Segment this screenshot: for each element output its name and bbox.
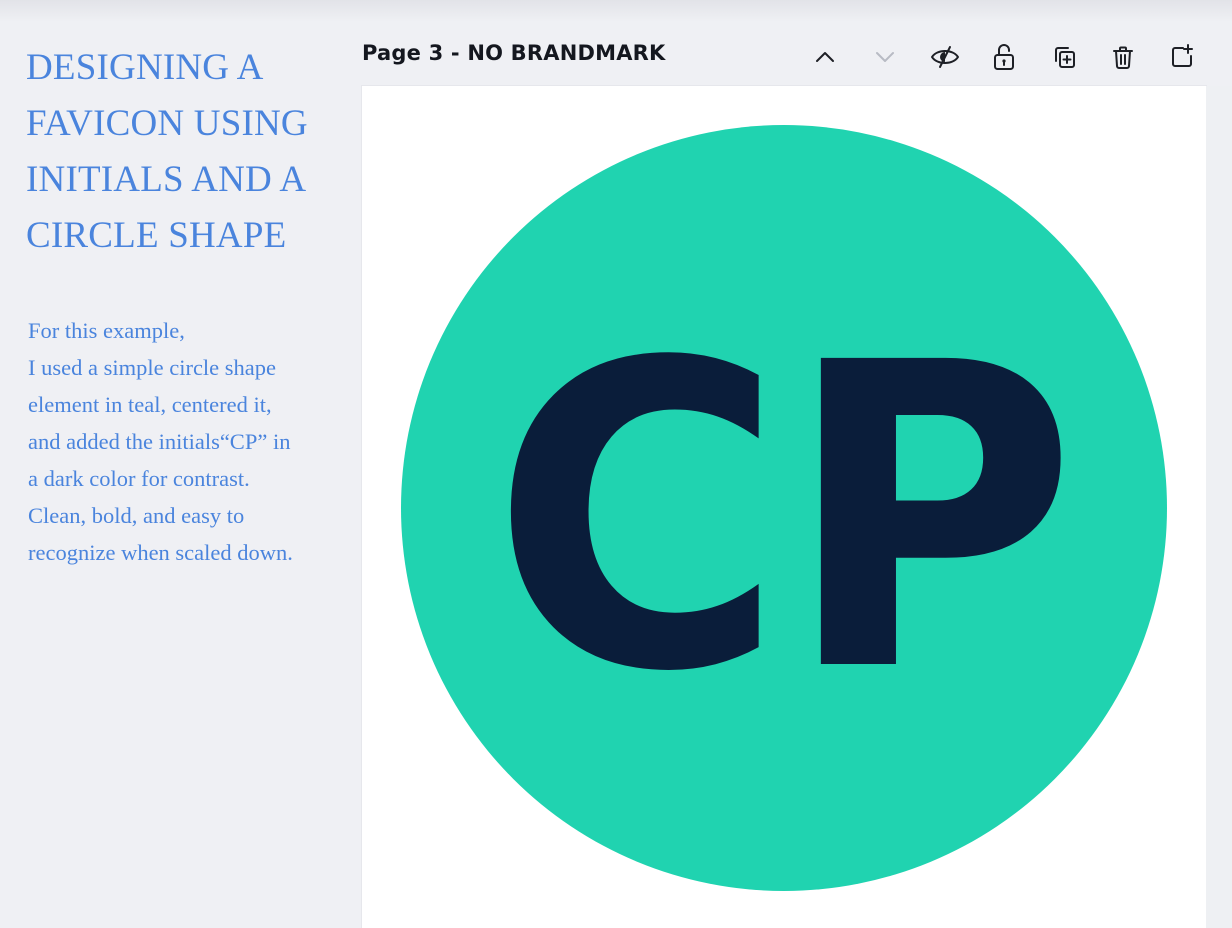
page-toolbar: Page 3 - NO BRANDMARK (362, 34, 1206, 80)
design-canvas-page[interactable]: CP (362, 86, 1206, 928)
body-line: recognize when scaled down. (28, 540, 293, 565)
top-shadow (0, 0, 1232, 22)
body-line: Clean, bold, and easy to (28, 503, 245, 528)
delete-page-button[interactable] (1103, 37, 1143, 77)
page-title: Page 3 - NO BRANDMARK (362, 41, 666, 65)
logo-initials-text: CP (491, 275, 1077, 764)
annotation-panel: DESIGNING A FAVICON USING INITIALS AND A… (26, 40, 346, 571)
annotation-title: DESIGNING A FAVICON USING INITIALS AND A… (26, 40, 346, 264)
logo-initials[interactable]: CP (362, 86, 1206, 928)
trash-icon (1113, 46, 1133, 69)
body-line: element in teal, centered it, (28, 392, 272, 417)
title-line: FAVICON USING (26, 103, 308, 144)
move-page-down-button[interactable] (865, 37, 905, 77)
title-line: INITIALS AND A (26, 159, 307, 200)
body-line: a dark color for contrast. (28, 466, 250, 491)
body-line: For this example, (28, 318, 185, 343)
body-line: I used a simple circle shape (28, 355, 277, 380)
move-page-up-button[interactable] (805, 37, 845, 77)
eye-hide-icon (931, 46, 959, 68)
duplicate-icon (1055, 47, 1075, 68)
duplicate-page-button[interactable] (1044, 37, 1084, 77)
annotation-body: For this example, I used a simple circle… (28, 312, 346, 571)
add-page-icon (1172, 44, 1193, 67)
lock-page-button[interactable] (984, 37, 1024, 77)
chevron-down-icon (876, 52, 894, 62)
title-line: CIRCLE SHAPE (26, 215, 287, 256)
add-page-button[interactable] (1162, 37, 1202, 77)
unlock-icon (994, 44, 1014, 70)
canvas-right-gutter (1206, 86, 1232, 928)
body-line: and added the initials“CP” in (28, 429, 291, 454)
title-line: DESIGNING A (26, 47, 264, 88)
hide-page-button[interactable] (925, 37, 965, 77)
chevron-up-icon (816, 52, 834, 62)
